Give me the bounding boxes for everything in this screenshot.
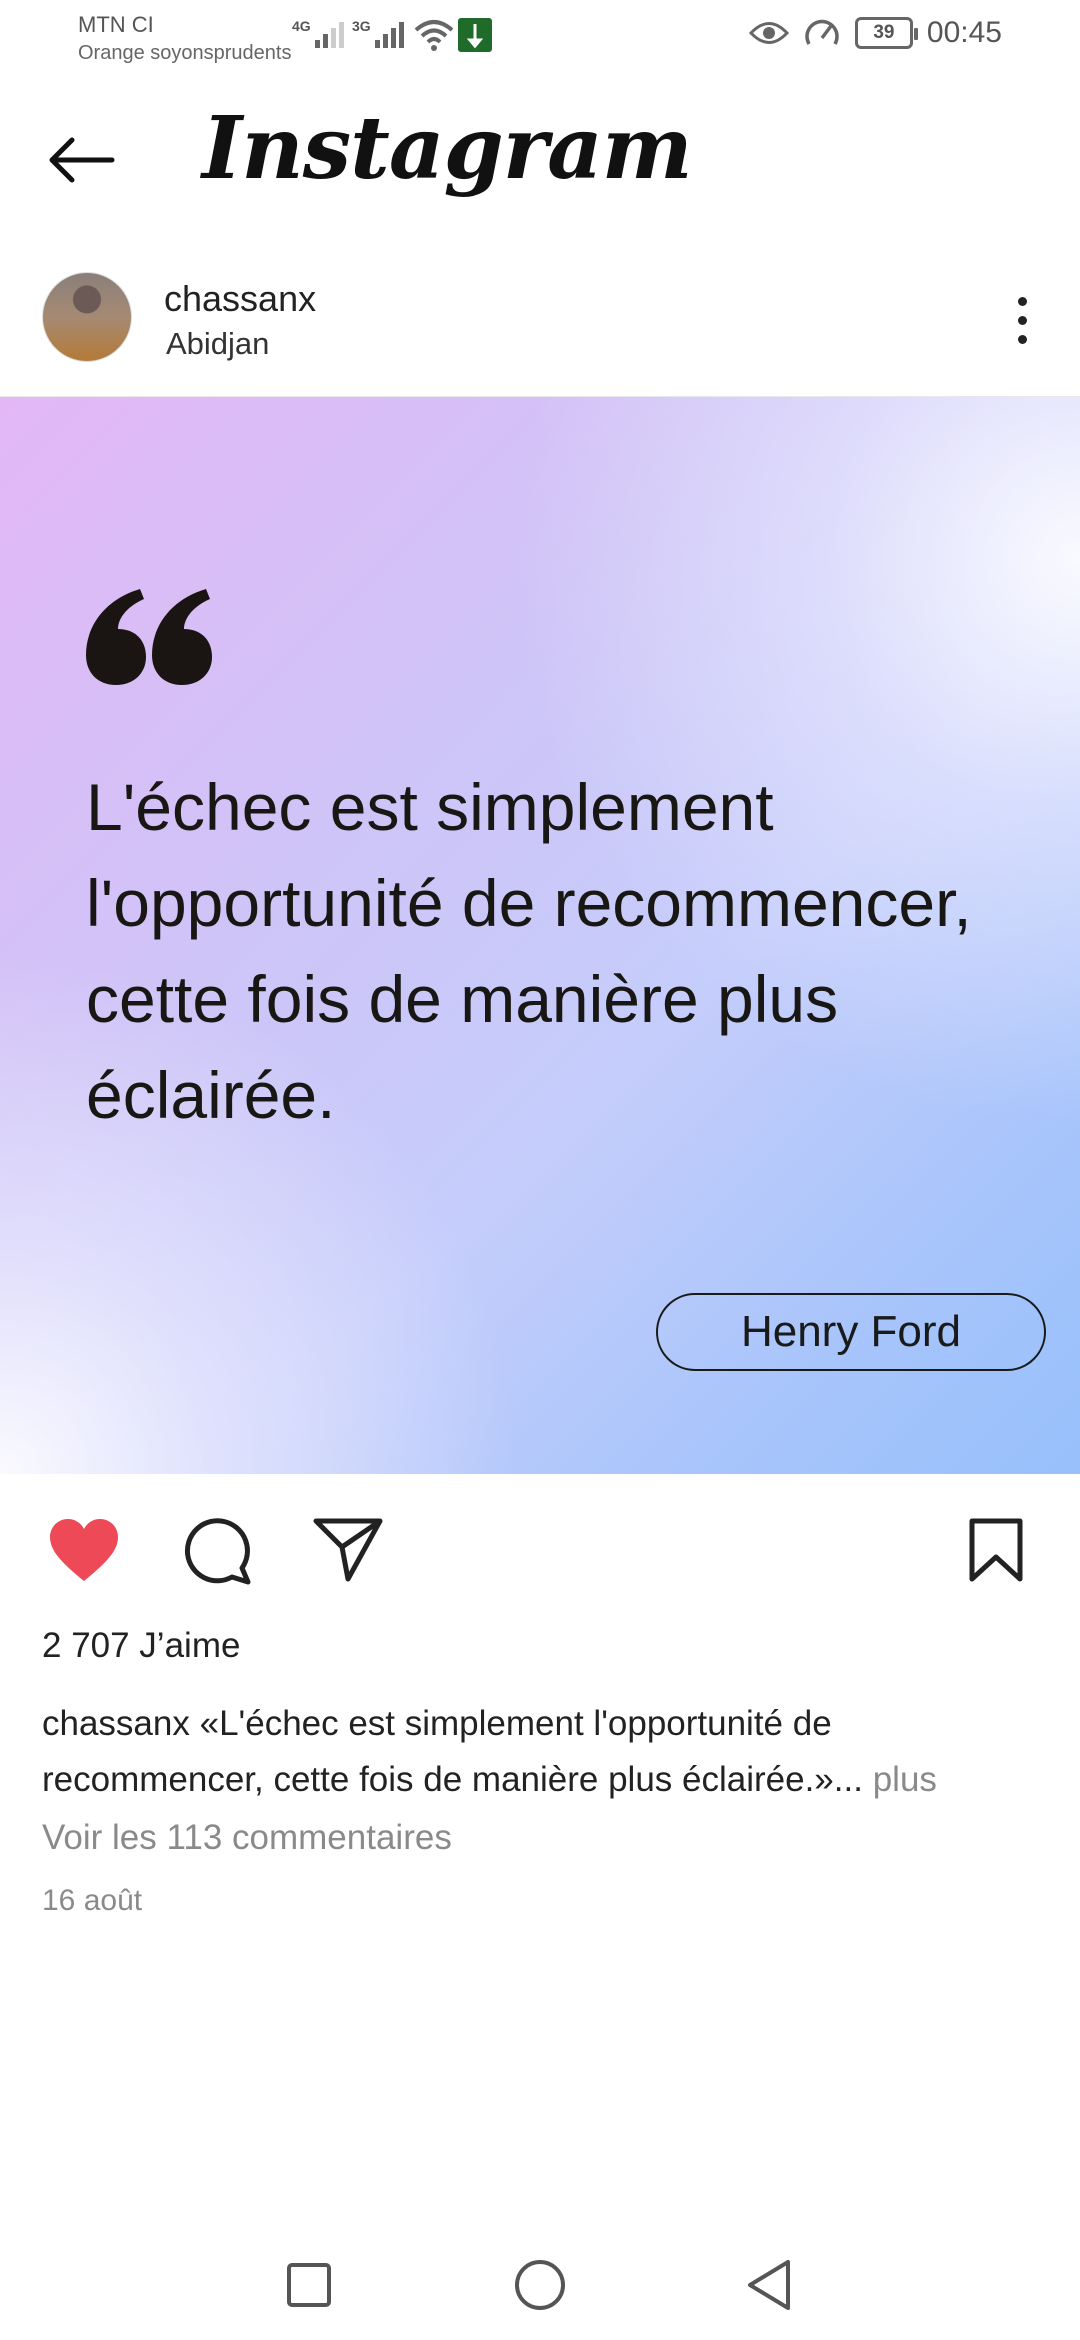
heart-icon (50, 1519, 118, 1581)
back-triangle-icon (748, 2260, 790, 2310)
post-username[interactable]: chassanx (164, 278, 316, 320)
network-type-1: 4G (292, 18, 311, 34)
battery-level: 39 (873, 22, 895, 43)
quote-text: L'échec est simplement l'opportunité de … (86, 770, 972, 1132)
instagram-post-screen: MTN CI Orange soyonsprudents 4G 3G 39 00… (0, 0, 1080, 2340)
avatar[interactable] (42, 272, 132, 362)
more-dot-icon (1017, 334, 1027, 344)
quote-author: Henry Ford (656, 1293, 1046, 1371)
wifi-icon (414, 18, 454, 57)
comment-icon (184, 1518, 251, 1585)
app-bar: Instagram (0, 80, 1080, 240)
like-button[interactable] (44, 1510, 124, 1590)
recents-button[interactable] (274, 2250, 344, 2320)
status-bar: MTN CI Orange soyonsprudents 4G 3G 39 00… (0, 0, 1080, 80)
caption-ellipsis: ... (833, 1760, 863, 1799)
app-title: Instagram (202, 98, 693, 199)
carrier-secondary: Orange soyonsprudents (78, 41, 292, 64)
signal-icon: 4G (292, 18, 344, 48)
signal-icon-2: 3G (352, 18, 404, 48)
back-nav-button[interactable] (734, 2250, 804, 2320)
bookmark-icon (969, 1518, 1023, 1582)
save-button[interactable] (956, 1510, 1036, 1590)
system-nav-bar (0, 2220, 1080, 2340)
likes-count[interactable]: 2 707 J’aime (42, 1626, 240, 1666)
caption-username[interactable]: chassanx (42, 1704, 190, 1743)
carrier-primary: MTN CI (78, 12, 154, 37)
more-options-button[interactable] (992, 285, 1052, 355)
post-header: chassanx Abidjan (0, 240, 1080, 396)
arrow-left-icon (49, 137, 115, 183)
eye-icon (748, 22, 789, 44)
more-dot-icon (1017, 315, 1027, 325)
notification-icon (458, 18, 492, 52)
more-dot-icon (1017, 296, 1027, 306)
post-location[interactable]: Abidjan (166, 326, 269, 362)
battery-icon: 39 (854, 17, 918, 49)
speed-icon (805, 19, 839, 45)
share-button[interactable] (308, 1510, 388, 1590)
recents-icon (287, 2263, 331, 2307)
quote-mark-icon (86, 589, 212, 685)
post-caption[interactable]: chassanx «L'échec est simplement l'oppor… (42, 1696, 1042, 1808)
send-icon (313, 1518, 383, 1582)
post-image[interactable]: L'échec est simplement l'opportunité de … (0, 396, 1080, 1474)
clock: 00:45 (926, 16, 1002, 49)
home-button[interactable] (505, 2250, 575, 2320)
carrier-info: MTN CI Orange soyonsprudents (78, 10, 291, 67)
back-button[interactable] (36, 120, 126, 200)
home-icon (515, 2260, 565, 2310)
caption-more-link[interactable]: plus (873, 1760, 937, 1799)
network-type-2: 3G (352, 18, 371, 34)
comment-button[interactable] (176, 1510, 256, 1590)
status-right: 39 00:45 (748, 16, 1002, 50)
post-actions (0, 1474, 1080, 1614)
post-date: 16 août (42, 1884, 143, 1917)
view-comments-link[interactable]: Voir les 113 commentaires (42, 1818, 452, 1858)
